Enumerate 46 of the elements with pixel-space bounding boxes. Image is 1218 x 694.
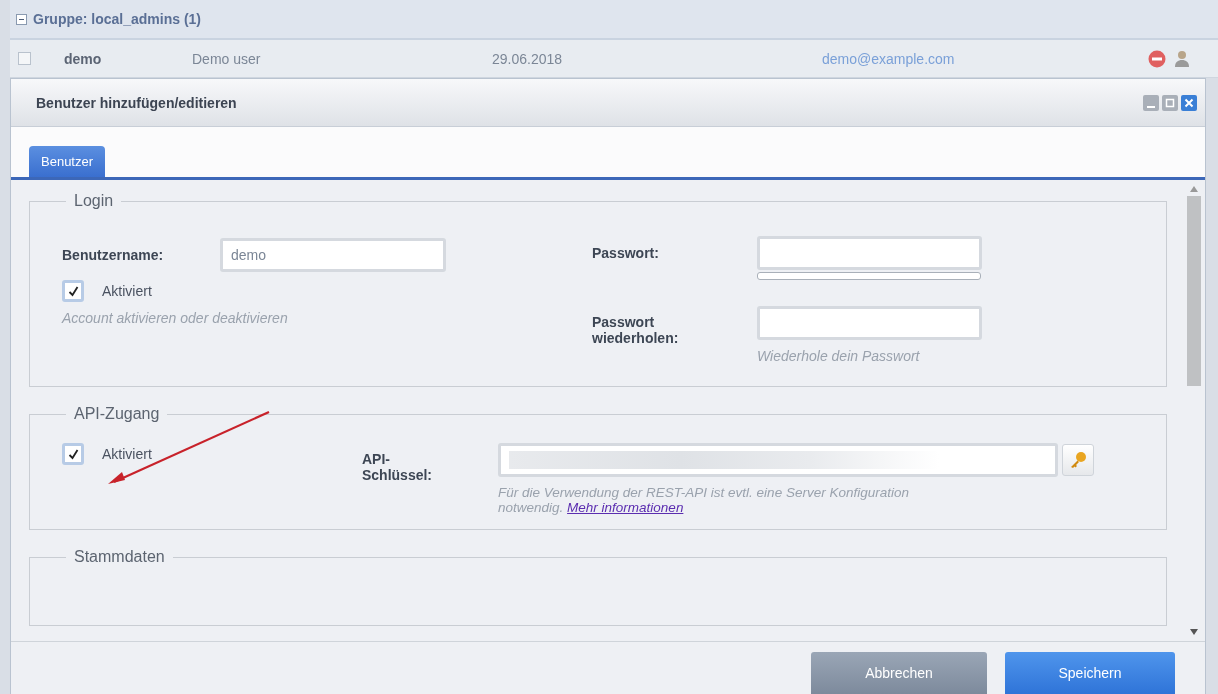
checkbox[interactable] <box>62 443 84 465</box>
collapse-icon[interactable] <box>16 13 27 25</box>
maximize-button[interactable] <box>1162 94 1178 111</box>
maximize-icon <box>1165 97 1175 108</box>
checkbox[interactable] <box>62 280 84 302</box>
dialog-title: Benutzer hinzufügen/editieren <box>36 94 237 111</box>
repeat-password-field[interactable] <box>757 306 982 340</box>
group-label: Gruppe: local_admins (1) <box>33 11 202 27</box>
name-cell-text: Demo user <box>192 50 262 67</box>
scroll-thumb[interactable] <box>1187 196 1201 386</box>
checkmark-icon <box>67 448 79 460</box>
api-key-field[interactable] <box>498 443 1058 477</box>
delete-icon[interactable] <box>1148 49 1166 68</box>
field-hint: Wiederhole dein Passwort <box>757 348 921 364</box>
username-field[interactable]: demo <box>220 238 446 272</box>
section-legend: API-Zugang <box>66 405 168 423</box>
minimize-button[interactable] <box>1143 94 1159 111</box>
tab[interactable]: Benutzer <box>29 146 106 177</box>
user-icon[interactable] <box>1174 49 1192 68</box>
user-row[interactable]: demo Demo user 29.06.2018 demo@example.com <box>10 40 1218 78</box>
more-info-link[interactable]: Mehr informationen <box>567 500 684 515</box>
api-hint: Für die Verwendung der REST-API ist evtl. eine Server Konfiguration notwendig. Mehr informationen <box>498 485 910 515</box>
minimize-icon <box>1147 105 1155 108</box>
checkbox-label: Aktiviert <box>102 283 152 299</box>
date-cell-text: 29.06.2018 <box>492 50 564 67</box>
close-icon <box>1184 97 1194 108</box>
cancel-button[interactable]: Abbrechen <box>811 652 987 694</box>
field-label: Benutzername: <box>62 247 165 263</box>
save-button[interactable]: Speichern <box>1005 652 1175 694</box>
scroll-down-icon[interactable] <box>1190 629 1198 635</box>
field-label: API-Schlüssel: <box>362 451 434 483</box>
email-cell-text: demo@example.com <box>822 50 956 67</box>
field-label: Passwort wiederholen: <box>592 314 680 346</box>
checkbox-label: Aktiviert <box>102 446 152 462</box>
generate-key-button[interactable] <box>1062 444 1094 476</box>
section-legend: Login <box>66 192 122 210</box>
section-legend: Stammdaten <box>66 548 173 566</box>
username-cell-text: demo <box>63 50 103 67</box>
close-button[interactable] <box>1181 94 1197 111</box>
group-header[interactable]: Gruppe: local_admins (1) <box>10 0 1218 40</box>
field-hint: Account aktivieren oder deaktivieren <box>62 310 289 326</box>
checkmark-icon <box>67 285 79 297</box>
scroll-up-icon[interactable] <box>1190 186 1198 192</box>
password-field[interactable] <box>757 236 982 270</box>
row-checkbox[interactable] <box>18 52 31 65</box>
field-label: Passwort: <box>592 245 660 261</box>
